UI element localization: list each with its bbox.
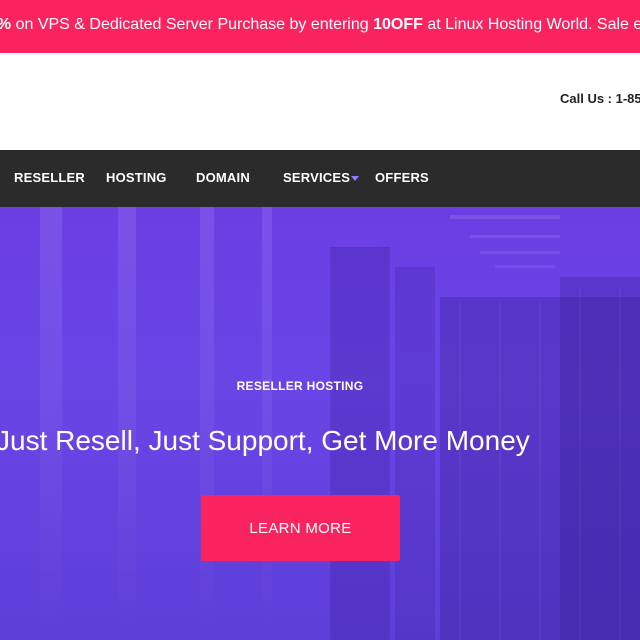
promo-message: on VPS & Dedicated Server Purchase by en… [11,16,374,33]
chevron-down-icon [351,176,359,181]
learn-more-button[interactable]: LEARN MORE [201,495,400,561]
nav-item-reseller[interactable]: RESELLER [14,170,85,186]
hero-eyebrow: RESELLER HOSTING [236,379,364,393]
promo-bar: 0% on VPS & Dedicated Server Purchase by… [0,0,640,53]
nav-item-domain[interactable]: DOMAIN [196,170,250,186]
nav-item-services[interactable]: SERVICES [283,170,350,186]
nav-item-hosting[interactable]: HOSTING [106,170,167,186]
promo-message-end: at Linux Hosting World. Sale ends [427,16,640,33]
call-us-text: Call Us : 1-85 [560,91,640,106]
promo-discount: 0% [0,16,11,33]
main-nav: RESELLER HOSTING DOMAIN SERVICES OFFERS [0,150,640,207]
hero-banner: RESELLER HOSTING Just Resell, Just Suppo… [0,207,640,640]
promo-code: 10OFF [373,16,423,33]
hero-title: Just Resell, Just Support, Get More Mone… [0,425,530,456]
site-header: Call Us : 1-85 [0,53,640,150]
promo-text: 0% on VPS & Dedicated Server Purchase by… [0,15,640,35]
nav-item-offers[interactable]: OFFERS [375,170,429,186]
